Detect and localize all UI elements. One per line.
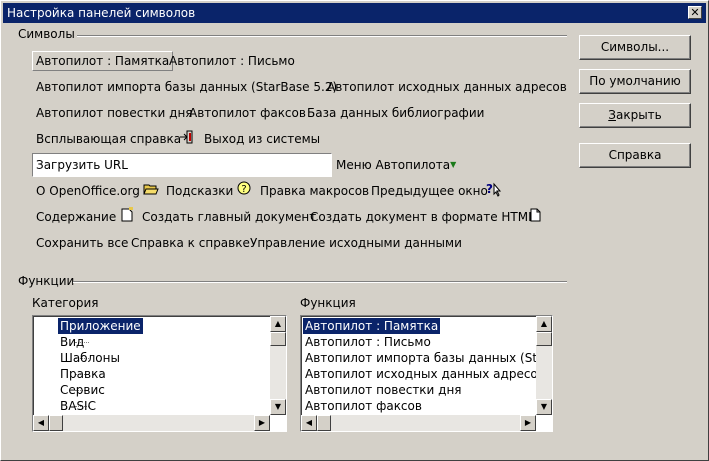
help-button[interactable]: Справка — [579, 143, 691, 168]
scroll-thumb[interactable] — [317, 415, 331, 431]
close-label: акрыть — [615, 108, 662, 122]
symbol-previous-window[interactable]: Предыдущее окно — [371, 182, 488, 200]
function-item[interactable]: Автопилот : Памятка — [303, 318, 441, 334]
scroll-thumb[interactable] — [536, 332, 552, 346]
window-title: Настройка панелей символов — [7, 6, 196, 20]
category-listbox[interactable]: Приложение Вид Шаблоны Правка Сервис BAS… — [32, 315, 287, 432]
functions-group-divider — [73, 281, 567, 283]
folder-open-icon[interactable] — [143, 181, 159, 202]
symbols-group-label: Символы — [18, 27, 75, 41]
symbols-button[interactable]: Символы... — [579, 35, 691, 60]
symbol-save-all[interactable]: Сохранить все — [36, 234, 128, 252]
function-item[interactable]: Автопилот : Письмо — [305, 334, 431, 350]
load-url-field[interactable]: Загрузить URL — [32, 153, 332, 177]
category-item[interactable]: BASIC — [60, 398, 96, 414]
symbol-autopilot-menu[interactable]: Меню Автопилота▼ — [336, 156, 456, 174]
exit-icon[interactable] — [179, 129, 195, 150]
scroll-down-icon[interactable]: ▼ — [536, 399, 552, 415]
svg-text:?: ? — [241, 184, 246, 195]
svg-text:?: ? — [486, 182, 493, 196]
scroll-thumb[interactable] — [270, 332, 286, 346]
symbol-about-openoffice[interactable]: О OpenOffice.org — [36, 182, 140, 200]
default-button[interactable]: По умолчанию — [579, 69, 691, 94]
symbol-autopilot-agenda[interactable]: Автопилот повестки дня — [36, 104, 193, 122]
function-vscrollbar[interactable]: ▲ ▼ — [536, 316, 552, 415]
function-hscrollbar[interactable]: ◀ ▶ — [301, 415, 536, 431]
symbol-tips[interactable]: Подсказки — [166, 182, 233, 200]
symbol-contents[interactable]: Содержание — [36, 208, 116, 226]
category-item[interactable]: Вид — [60, 334, 84, 350]
category-hscrollbar[interactable]: ◀ ▶ — [33, 415, 270, 431]
symbol-create-master-doc[interactable]: Создать главный документ — [142, 208, 316, 226]
function-item[interactable]: Автопилот импорта базы данных (StarBase … — [305, 350, 536, 366]
symbol-autopilot-letter[interactable]: Автопилот : Письмо — [169, 52, 295, 70]
symbol-data-source-admin[interactable]: Управление исходными данными — [250, 234, 462, 252]
scroll-up-icon[interactable]: ▲ — [270, 316, 286, 332]
function-item[interactable]: Автопилот исходных данных адресов — [305, 366, 545, 382]
scroll-thumb[interactable] — [49, 415, 63, 431]
function-item[interactable]: Автопилот повестки дня — [305, 382, 462, 398]
category-item[interactable]: Правка — [60, 366, 106, 382]
symbol-autopilot-db-import[interactable]: Автопилот импорта базы данных (StarBase … — [36, 78, 337, 96]
symbols-group-divider — [77, 35, 567, 37]
category-item[interactable]: Сервис — [60, 382, 105, 398]
scroll-right-icon[interactable]: ▶ — [520, 415, 536, 431]
symbol-autopilot-memo[interactable]: Автопилот : Памятка — [32, 51, 174, 71]
title-bar: Настройка панелей символов ✕ — [3, 3, 706, 23]
symbol-logout[interactable]: Выход из системы — [204, 130, 320, 148]
function-label: Функция — [300, 296, 356, 310]
function-item[interactable]: Автопилот факсов — [305, 398, 422, 414]
symbol-edit-macros[interactable]: Правка макросов — [260, 182, 369, 200]
dropdown-triangle-icon: ▼ — [450, 160, 457, 169]
document-new-icon[interactable] — [119, 207, 135, 228]
function-listbox[interactable]: Автопилот : Памятка Автопилот : Письмо А… — [300, 315, 553, 432]
symbol-autopilot-address-source[interactable]: Автопилот исходных данных адресов — [327, 78, 567, 96]
category-item[interactable]: Шаблоны — [60, 350, 120, 366]
symbol-bibliography-db[interactable]: База данных библиографии — [307, 104, 484, 122]
close-button[interactable]: Закрыть — [579, 103, 691, 128]
category-vscrollbar[interactable]: ▲ ▼ — [270, 316, 286, 415]
symbol-help-on-help[interactable]: Справка к справке — [131, 234, 250, 252]
symbol-autopilot-fax[interactable]: Автопилот факсов — [189, 104, 306, 122]
dialog-window: Настройка панелей символов ✕ Символы Авт… — [0, 0, 709, 461]
symbol-tooltip-help[interactable]: Всплывающая справка — [36, 130, 181, 148]
category-item[interactable]: Приложение — [58, 318, 143, 334]
scroll-left-icon[interactable]: ◀ — [301, 415, 317, 431]
scroll-down-icon[interactable]: ▼ — [270, 399, 286, 415]
functions-group-label: Функции — [18, 274, 75, 288]
scroll-right-icon[interactable]: ▶ — [254, 415, 270, 431]
close-accelerator: З — [608, 108, 616, 122]
scroll-left-icon[interactable]: ◀ — [33, 415, 49, 431]
page-icon[interactable] — [529, 207, 543, 228]
category-label: Категория — [32, 296, 99, 310]
lightbulb-icon[interactable]: ? — [236, 181, 252, 202]
close-icon[interactable]: ✕ — [688, 6, 702, 19]
whats-this-icon[interactable]: ? — [485, 181, 503, 202]
scroll-up-icon[interactable]: ▲ — [536, 316, 552, 332]
symbol-create-html-doc[interactable]: Создать документ в формате HTML — [310, 208, 535, 226]
autopilot-menu-label: Меню Автопилота — [336, 158, 451, 172]
